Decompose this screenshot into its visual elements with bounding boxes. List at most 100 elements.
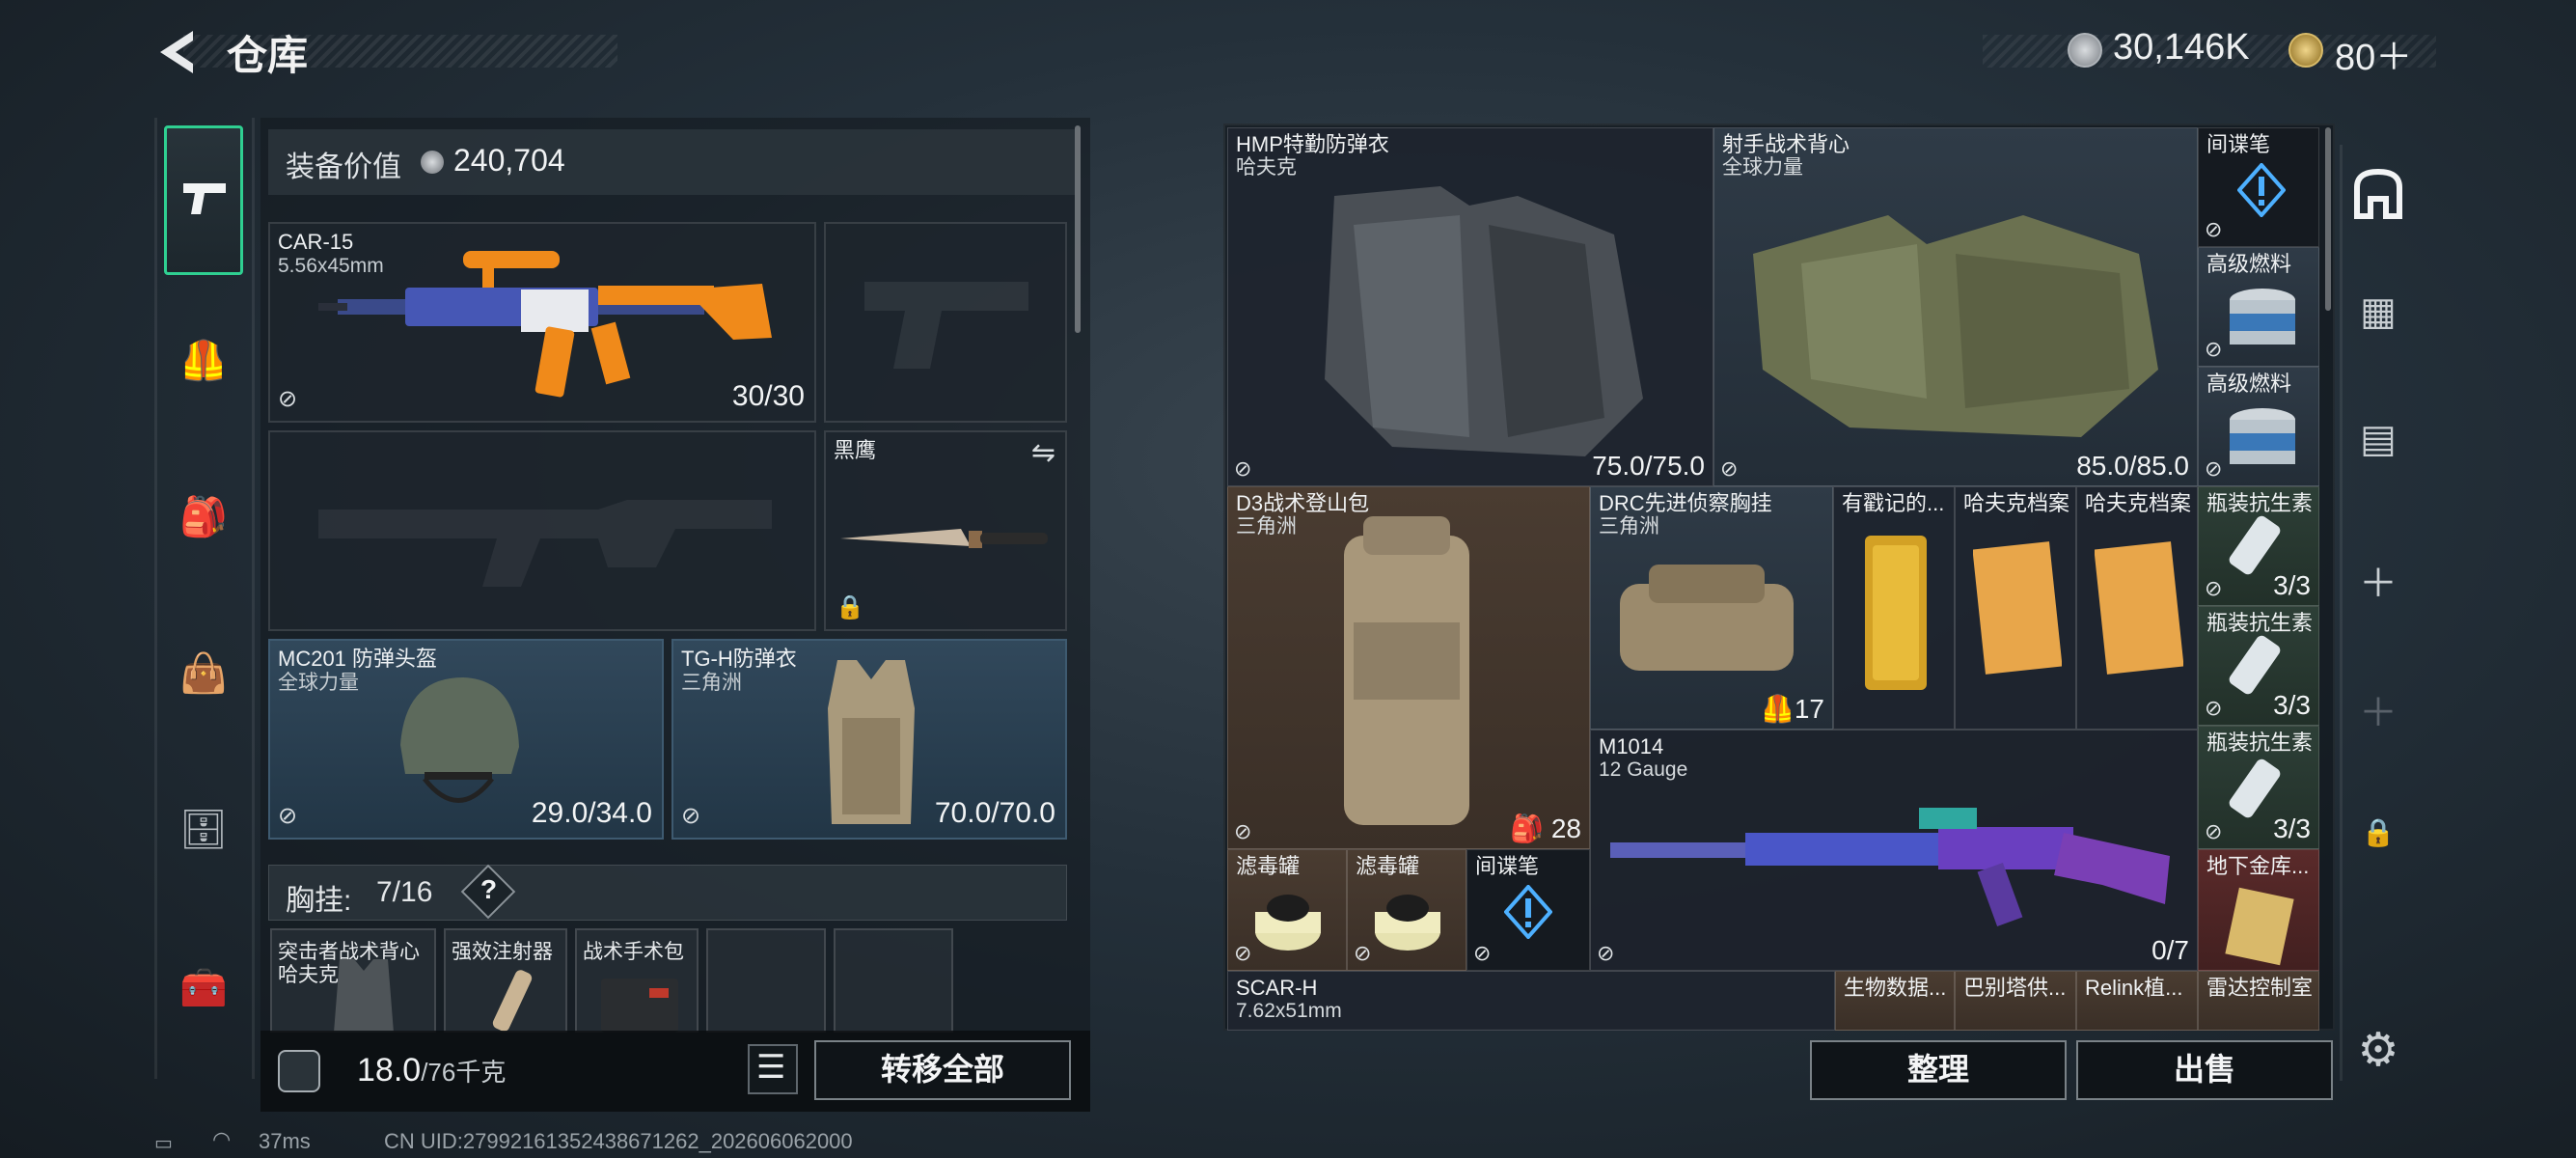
item-name: 雷达控制室: [2206, 976, 2314, 1000]
tactical-vest-image: [334, 959, 394, 1033]
storage-rail: [2340, 145, 2417, 1081]
fuel-can-image: [2230, 408, 2295, 464]
transfer-all-button[interactable]: 转移全部: [814, 1040, 1071, 1100]
storage-item[interactable]: 高级燃料 ⊘: [2198, 247, 2319, 367]
storage-scrollbar[interactable]: [2325, 127, 2331, 311]
armor-faction: 三角洲: [681, 672, 742, 694]
lock-icon: 🔒: [2361, 817, 2396, 847]
pocket-slot-empty[interactable]: [834, 928, 953, 1033]
spy-pen-image: [2237, 163, 2286, 217]
item-capacity-value: 17: [1794, 694, 1824, 724]
storage-item[interactable]: 间谍笔 ⊘: [1466, 849, 1590, 971]
page-title: 仓库: [227, 33, 309, 78]
no-insure-icon: ⊘: [1234, 941, 1252, 965]
storage-item[interactable]: 瓶装抗生素 ⊘ 3/3: [2198, 726, 2319, 849]
case-tab-icon[interactable]: 🗄: [164, 807, 243, 852]
storage-item[interactable]: 高级燃料 ⊘: [2198, 367, 2319, 486]
injector-image: [492, 970, 533, 1032]
storage-item[interactable]: SCAR-H 7.62x51mm: [1227, 971, 1835, 1031]
no-insure-icon: ⊘: [2205, 337, 2223, 361]
sell-button[interactable]: 出售: [2076, 1040, 2333, 1100]
storage-item[interactable]: HMP特勤防弹衣 哈夫克 ⊘ 75.0/75.0: [1227, 127, 1713, 486]
storage-item[interactable]: 滤毒罐 ⊘: [1227, 849, 1347, 971]
item-name: 瓶装抗生素: [2206, 731, 2314, 755]
swap-icon[interactable]: ⇋: [1031, 436, 1055, 470]
storage-item[interactable]: D3战术登山包 三角洲 ⊘ 🎒 28: [1227, 486, 1590, 849]
helmet-slot[interactable]: MC201 防弹头盔 全球力量 ⊘ 29.0/34.0: [268, 639, 664, 840]
storage-item[interactable]: DRC先进侦察胸挂 三角洲 🦺17: [1590, 486, 1833, 730]
no-insure-icon: ⊘: [2205, 576, 2223, 600]
equipment-value-amount: 240,704: [453, 143, 565, 178]
storage-iv-folder-icon[interactable]: ▤: [2344, 417, 2412, 461]
melee-slot[interactable]: 黑鹰 ⇋ 🔒: [824, 430, 1067, 631]
storage-item[interactable]: Relink植...: [2076, 971, 2198, 1031]
no-insure-icon: ⊘: [1234, 456, 1252, 481]
melee-name: 黑鹰: [834, 438, 877, 462]
chest-rig-tab-icon[interactable]: 🦺: [164, 338, 243, 383]
item-name: M1014: [1599, 734, 1664, 758]
storage-item[interactable]: 滤毒罐 ⊘: [1347, 849, 1466, 971]
pocket-item-name: 战术手术包: [583, 941, 684, 963]
storage-item[interactable]: 雷达控制室: [2198, 971, 2319, 1031]
helmet-image: [400, 677, 519, 803]
secondary-weapon-slot[interactable]: [268, 430, 816, 631]
no-insure-icon: ⊘: [1354, 941, 1372, 965]
back-icon[interactable]: [154, 27, 203, 77]
storage-item[interactable]: 间谍笔 ⊘: [2198, 127, 2319, 247]
loadout-scrollbar[interactable]: [1075, 125, 1081, 333]
armor-slot[interactable]: TG-H防弹衣 三角洲 ⊘ 70.0/70.0: [671, 639, 1067, 840]
item-ammo-count: 0/7: [2151, 935, 2189, 965]
pistol-silhouette-icon: [864, 282, 1028, 369]
value-coin-icon: [421, 151, 444, 174]
primary-weapon-slot[interactable]: CAR-15 5.56x45mm ⊘ 30/30: [268, 222, 816, 423]
storage-item[interactable]: 哈夫克档案: [2076, 486, 2198, 730]
pouch-tab-icon[interactable]: 👜: [164, 650, 243, 696]
storage-item[interactable]: 瓶装抗生素 ⊘ 3/3: [2198, 486, 2319, 606]
item-name: 哈夫克档案: [2085, 491, 2192, 515]
storage-item[interactable]: M1014 12 Gauge ⊘ 0/7: [1590, 730, 2198, 971]
premium-amount[interactable]: 80＋: [2335, 27, 2412, 80]
item-name: 射手战术背心: [1722, 132, 1850, 156]
armor-durability: 70.0/70.0: [934, 797, 1055, 829]
battery-icon: ▭: [154, 1133, 173, 1154]
add-page-icon[interactable]: ＋: [2344, 552, 2412, 608]
storage-item[interactable]: 哈夫克档案: [1955, 486, 2076, 730]
storage-item[interactable]: 地下金库...: [2198, 849, 2319, 971]
weight-capacity: /76千克: [421, 1058, 507, 1087]
add-storage-iv-icon[interactable]: ▦: [2344, 290, 2412, 334]
pocket-slot[interactable]: 战术手术包: [575, 928, 699, 1033]
item-name: 间谍笔: [2206, 132, 2271, 156]
item-capacity: 🎒 28: [1510, 813, 1581, 843]
no-insure-icon: ⊘: [1720, 456, 1739, 481]
armor-name: TG-H防弹衣: [681, 647, 797, 671]
storage-item[interactable]: 射手战术背心 全球力量 ⊘ 85.0/85.0: [1713, 127, 2198, 486]
toolbox-tab-icon[interactable]: 🧰: [164, 965, 243, 1010]
surgery-kit-image: [601, 979, 678, 1033]
storage-item[interactable]: 生物数据...: [1835, 971, 1955, 1031]
item-name: Relink植...: [2085, 976, 2183, 1000]
pocket-slot[interactable]: 突击者战术背心 哈夫克: [270, 928, 436, 1033]
item-capacity: 🦺17: [1760, 694, 1824, 724]
storage-item[interactable]: 巴别塔供...: [1955, 971, 2076, 1031]
organize-button[interactable]: 整理: [1810, 1040, 2067, 1100]
weight-readout: 18.0/76千克: [357, 1052, 506, 1089]
fuel-can-image: [2230, 289, 2295, 345]
settings-gear-icon[interactable]: ⚙: [2344, 1023, 2412, 1077]
item-uses: 3/3: [2273, 813, 2311, 843]
sidearm-slot[interactable]: [824, 222, 1067, 423]
storage-item[interactable]: 瓶装抗生素 ⊘ 3/3: [2198, 606, 2319, 726]
storage-home-icon[interactable]: [2351, 166, 2405, 220]
currency-coin-icon: [2068, 33, 2102, 68]
premium-coin-icon: [2288, 33, 2323, 68]
vault-keycard-image: [2225, 887, 2294, 966]
pocket-slot[interactable]: 强效注射器: [444, 928, 567, 1033]
no-insure-icon: ⊘: [278, 386, 298, 412]
hmp-armor-image: [1325, 186, 1643, 456]
storage-item[interactable]: 有戳记的...: [1833, 486, 1955, 730]
list-icon: ☰: [756, 1049, 786, 1086]
no-insure-icon: ⊘: [2205, 217, 2223, 241]
item-durability: 75.0/75.0: [1592, 451, 1705, 481]
item-uses: 3/3: [2273, 690, 2311, 720]
pocket-slot-empty[interactable]: [706, 928, 826, 1033]
backpack-tab-icon[interactable]: 🎒: [164, 494, 243, 539]
